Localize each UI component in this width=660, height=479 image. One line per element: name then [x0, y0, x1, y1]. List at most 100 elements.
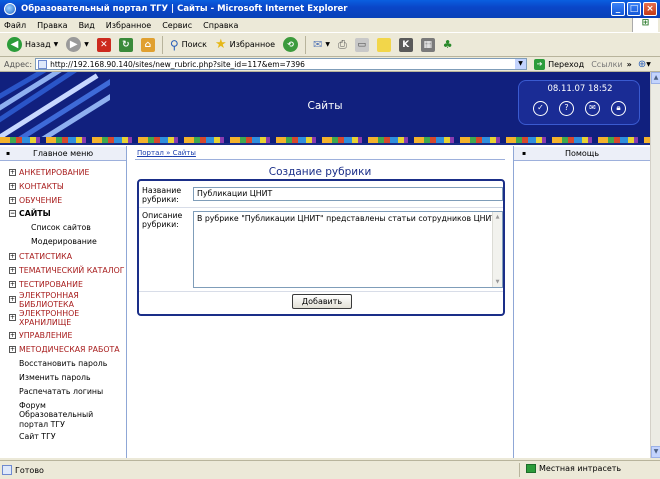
page-scrollbar[interactable]: ▲ ▼	[650, 72, 660, 458]
back-arrow-icon: ◀	[7, 37, 22, 52]
breadcrumb-home[interactable]: Портал	[137, 149, 164, 157]
menu-item-education[interactable]: + Обучение	[9, 196, 62, 205]
expand-icon[interactable]: +	[9, 183, 16, 190]
printer-icon: ⎙	[337, 37, 347, 51]
translate-icon[interactable]: ⊕	[638, 59, 646, 70]
close-button[interactable]: ×	[643, 2, 657, 16]
expand-icon[interactable]: +	[9, 332, 16, 339]
expand-icon[interactable]: +	[9, 296, 16, 303]
menu-favorites[interactable]: Избранное	[106, 21, 151, 30]
address-input[interactable]: http://192.168.90.140/sites/new_rubric.p…	[35, 58, 528, 70]
left-menu-header: ▪ Главное меню	[0, 147, 126, 161]
search-icon: ⚲	[169, 37, 179, 52]
history-button[interactable]: ⟲	[280, 35, 301, 55]
page-icon	[38, 59, 48, 69]
menu-tools[interactable]: Сервис	[162, 21, 192, 30]
notes-button[interactable]	[374, 35, 394, 55]
menu-file[interactable]: Файл	[4, 21, 26, 30]
scroll-down-icon[interactable]: ▼	[493, 277, 502, 287]
home-button[interactable]: ⌂	[138, 35, 158, 55]
link-print-logins[interactable]: Распечатать логины	[19, 387, 103, 397]
menu-item-methodology[interactable]: + Методическая работа	[9, 345, 120, 354]
window-titlebar: Образовательный портал ТГУ | Сайты - Mic…	[0, 0, 660, 18]
add-button[interactable]: Добавить	[292, 294, 352, 309]
forward-button[interactable]: ▶ ▼	[63, 35, 92, 55]
stop-icon: ✕	[96, 37, 111, 52]
name-input[interactable]: Публикации ЦНИТ	[193, 187, 503, 201]
favorites-button[interactable]: ★ Избранное	[212, 35, 278, 55]
textarea-scrollbar[interactable]: ▲ ▼	[492, 212, 502, 287]
menu-help[interactable]: Справка	[203, 21, 238, 30]
submenu-site-list[interactable]: Список сайтов	[31, 223, 91, 232]
expand-icon[interactable]: +	[9, 281, 16, 288]
messenger-icon: ♣	[442, 38, 453, 51]
row-divider	[139, 291, 503, 292]
breadcrumb-current[interactable]: Сайты	[173, 149, 196, 157]
menu-edit[interactable]: Правка	[37, 21, 67, 30]
mail-icon[interactable]: ✉	[585, 101, 600, 116]
chevron-right-icon[interactable]: »	[627, 60, 632, 69]
edit-button[interactable]: ▭	[352, 35, 372, 55]
home-icon: ⌂	[140, 37, 155, 52]
link-change-password[interactable]: Изменить пароль	[19, 373, 91, 383]
back-button[interactable]: ◀ Назад ▼	[4, 35, 61, 55]
submenu-moderation[interactable]: Модерирование	[31, 237, 97, 246]
menu-item-storage[interactable]: + Электронное хранилище	[9, 309, 109, 327]
menu-item-library[interactable]: + Электронная библиотека	[9, 291, 109, 309]
menu-item-contacts[interactable]: + Контакты	[9, 182, 64, 191]
print-button[interactable]: ⎙	[335, 35, 350, 55]
menu-item-statistics[interactable]: + Статистика	[9, 252, 72, 261]
history-icon: ⟲	[283, 37, 299, 52]
media-icon: ▦	[420, 37, 435, 52]
scroll-up-icon[interactable]: ▲	[651, 72, 660, 84]
media-button[interactable]: ▦	[418, 35, 438, 55]
translate-dropdown-icon[interactable]: ▼	[646, 61, 651, 68]
links-label[interactable]: Ссылки	[591, 60, 622, 69]
menu-view[interactable]: Вид	[79, 21, 95, 30]
search-button[interactable]: ⚲ Поиск	[167, 35, 210, 55]
address-dropdown-icon[interactable]: ▼	[515, 59, 527, 69]
minimize-button[interactable]: _	[611, 2, 625, 16]
messenger-button[interactable]: ♣	[440, 35, 456, 55]
expand-icon[interactable]: +	[9, 267, 16, 274]
menu-item-management[interactable]: + Управление	[9, 331, 72, 340]
menu-item-catalog[interactable]: + Тематический каталог	[9, 266, 124, 275]
refresh-button[interactable]: ↻	[116, 35, 136, 55]
zone-indicator: Местная интрасеть	[526, 464, 621, 473]
address-bar: Адрес: http://192.168.90.140/sites/new_r…	[0, 57, 660, 72]
link-restore-password[interactable]: Восстановить пароль	[19, 359, 107, 369]
research-icon: K	[398, 37, 413, 52]
mail-button[interactable]: ✉ ▼	[310, 35, 333, 55]
favorites-label: Избранное	[229, 40, 276, 49]
link-university-site[interactable]: Сайт ТГУ	[19, 432, 56, 442]
research-button[interactable]: K	[396, 35, 416, 55]
go-button[interactable]: ➔ Переход	[531, 54, 587, 74]
scroll-up-icon[interactable]: ▲	[493, 212, 502, 222]
help-panel-title: Помощь	[564, 149, 600, 158]
back-dropdown-icon: ▼	[53, 41, 59, 48]
check-icon[interactable]: ✓	[533, 101, 548, 116]
main-column: Портал » Сайты Создание рубрики Название…	[127, 146, 513, 458]
link-portal[interactable]: Образовательный портал ТГУ	[19, 410, 119, 429]
collapse-icon[interactable]: −	[9, 210, 16, 217]
page-status-icon	[2, 465, 12, 475]
description-textarea[interactable]: В рубрике "Публикации ЦНИТ" представлены…	[193, 211, 503, 288]
expand-icon[interactable]: +	[9, 253, 16, 260]
expand-icon[interactable]: +	[9, 346, 16, 353]
expand-icon[interactable]: +	[9, 314, 16, 321]
mail-dropdown-icon: ▼	[325, 41, 330, 48]
menu-item-survey[interactable]: + Анкетирование	[9, 168, 89, 177]
maximize-button[interactable]: □	[627, 2, 641, 16]
scroll-down-icon[interactable]: ▼	[651, 446, 660, 458]
lock-icon[interactable]: 🔒︎	[611, 101, 626, 116]
expand-icon[interactable]: +	[9, 169, 16, 176]
left-menu-title: Главное меню	[32, 149, 94, 158]
stop-button[interactable]: ✕	[94, 35, 114, 55]
menu-item-testing[interactable]: + Тестирование	[9, 280, 83, 289]
expand-icon[interactable]: +	[9, 197, 16, 204]
help-icon[interactable]: ?	[559, 101, 574, 116]
address-url: http://192.168.90.140/sites/new_rubric.p…	[50, 59, 305, 69]
forward-dropdown-icon: ▼	[84, 41, 89, 48]
menu-item-sites[interactable]: − Сайты	[9, 209, 51, 218]
star-icon: ★	[215, 37, 227, 52]
